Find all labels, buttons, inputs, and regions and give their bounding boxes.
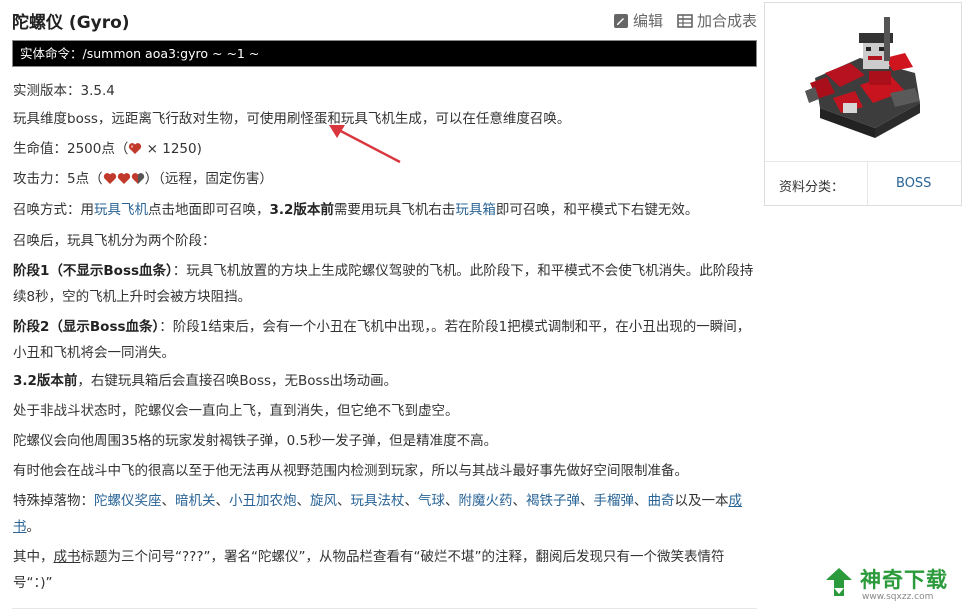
fly-high-line: 有时他会在战斗中飞的很高以至于他无法再从视野范围内检测到玩家，所以与其战斗最好事… <box>13 463 688 479</box>
gyro-boss-image <box>805 17 920 138</box>
add-craft-table-label: 加合成表 <box>696 12 757 30</box>
book-text-2: 标题为三个问号“???”，署名“陀螺仪”，从物品栏查看有“破烂不堪”的注释，翻阅… <box>13 549 725 591</box>
stage2-label: 阶段2（显示Boss血条） <box>13 319 160 335</box>
drop-separator: 、 <box>580 493 594 509</box>
nonbattle-line: 处于非战斗状态时，陀螺仪会一直向上飞，直到消失，但它绝不飞到虚空。 <box>13 403 459 419</box>
category-boss-link[interactable]: BOSS <box>896 176 931 191</box>
site-watermark: 神奇下载 www.sqxzz.com <box>822 562 962 606</box>
drop-separator: 、 <box>337 493 351 509</box>
row-divider <box>867 162 868 206</box>
drop-separator: 、 <box>161 493 176 509</box>
drop-item-link[interactable]: 曲奇 <box>648 493 675 509</box>
attack-suffix: ）（远程，固定伤害） <box>144 171 273 187</box>
after-summon-line: 召唤后，玩具飞机分为两个阶段： <box>13 233 216 249</box>
toy-box-link[interactable]: 玩具箱 <box>455 202 496 218</box>
attack-desc-line: 陀螺仪会向他周围35格的玩家发射褐铁子弹，0.5秒一发子弹，但是精准度不高。 <box>13 433 498 449</box>
edit-label: 编辑 <box>632 12 663 30</box>
page-title: 陀螺仪 (Gyro) <box>12 13 130 33</box>
edit-icon <box>613 13 628 28</box>
drop-item-link[interactable]: 褐铁子弹 <box>526 493 580 509</box>
heart-icon <box>103 173 116 184</box>
content-divider <box>12 608 757 609</box>
toy-plane-link[interactable]: 玩具飞机 <box>94 202 148 218</box>
book-text-1: 其中， <box>13 549 54 565</box>
page-header: 陀螺仪 (Gyro) 编辑 加合成表 <box>12 8 757 34</box>
drop-item-link[interactable]: 暗机关 <box>175 493 216 509</box>
drop-separator: 、 <box>296 493 311 509</box>
summon-text-4: 即可召唤，和平模式下右键无效。 <box>495 202 699 218</box>
drop-separator: 、 <box>445 493 459 509</box>
v32-line: 3.2版本前，右键玩具箱后会直接召唤Boss，无Boss出场动画。 <box>13 368 758 394</box>
edit-button[interactable]: 编辑 <box>613 10 663 31</box>
book-link[interactable]: 成书 <box>54 549 81 565</box>
summon-version-note: 3.2版本前 <box>269 202 334 218</box>
drop-separator: 、 <box>512 493 527 509</box>
watermark-text: 神奇下载 <box>860 568 948 592</box>
drop-item-link[interactable]: 手榴弹 <box>594 493 635 509</box>
drop-item-link[interactable]: 旋风 <box>310 493 337 509</box>
book-paragraph: 其中，成书标题为三个问号“???”，署名“陀螺仪”，从物品栏查看有“破烂不堪”的… <box>13 544 758 596</box>
half-heart-icon <box>131 173 144 184</box>
category-row: 资料分类： BOSS <box>765 161 961 206</box>
drops-mid: 以及一本 <box>674 493 729 509</box>
v32-text: ，右键玩具箱后会直接召唤Boss，无Boss出场动画。 <box>77 373 398 389</box>
summon-text-3: 需要用玩具飞机右击 <box>333 202 456 218</box>
attack-prefix: 攻击力：5点（ <box>13 171 103 187</box>
drops-paragraph: 特殊掉落物：陀螺仪奖座、暗机关、小丑加农炮、旋风、玩具法杖、气球、附魔火药、褐铁… <box>13 488 758 540</box>
heart-icon <box>129 143 142 154</box>
summon-text-1: 召唤方式：用 <box>13 202 94 218</box>
health-prefix: 生命值：2500点（ <box>13 141 129 157</box>
attack-line: 攻击力：5点（ ）（远程，固定伤害） <box>13 166 758 192</box>
infobox: 资料分类： BOSS <box>764 2 962 206</box>
drop-separator: 、 <box>404 493 419 509</box>
table-icon <box>677 13 693 28</box>
drops-end: 。 <box>26 519 41 535</box>
drop-item-link[interactable]: 附魔火药 <box>459 493 513 509</box>
header-actions: 编辑 加合成表 <box>613 10 757 31</box>
category-label: 资料分类： <box>779 180 845 195</box>
drop-item-link[interactable]: 玩具法杖 <box>351 493 405 509</box>
health-suffix: × 1250) <box>142 141 202 157</box>
stage1-paragraph: 阶段1（不显示Boss血条）：玩具飞机放置的方块上生成陀螺仪驾驶的飞机。此阶段下… <box>13 258 758 310</box>
annotation-arrow <box>329 125 401 164</box>
add-craft-table-button[interactable]: 加合成表 <box>677 10 757 31</box>
version-line: 实测版本：3.5.4 <box>13 83 115 99</box>
drop-separator: 、 <box>215 493 230 509</box>
drops-prefix: 特殊掉落物： <box>13 493 94 509</box>
drop-item-link[interactable]: 陀螺仪奖座 <box>94 493 162 509</box>
v32-label: 3.2版本前 <box>13 373 78 389</box>
stage1-label: 阶段1（不显示Boss血条） <box>13 263 173 279</box>
summon-method-line: 召唤方式：用玩具飞机点击地面即可召唤，3.2版本前需要用玩具飞机右击玩具箱即可召… <box>13 197 758 223</box>
heart-icon <box>117 173 130 184</box>
drop-item-link[interactable]: 气球 <box>418 493 445 509</box>
drops-list: 陀螺仪奖座、暗机关、小丑加农炮、旋风、玩具法杖、气球、附魔火药、褐铁子弹、手榴弹… <box>94 493 675 509</box>
stage2-paragraph: 阶段2（显示Boss血条）：阶段1结束后，会有一个小丑在飞机中出现，。若在阶段1… <box>13 314 758 366</box>
summon-text-2: 点击地面即可召唤， <box>148 202 270 218</box>
drop-separator: 、 <box>634 493 648 509</box>
watermark-logo-icon <box>826 568 852 596</box>
watermark-url: www.sqxzz.com <box>862 592 934 602</box>
entity-command-bar[interactable]: 实体命令：/summon aoa3:gyro ~ ~1 ~ <box>12 40 757 67</box>
drop-item-link[interactable]: 小丑加农炮 <box>229 493 297 509</box>
